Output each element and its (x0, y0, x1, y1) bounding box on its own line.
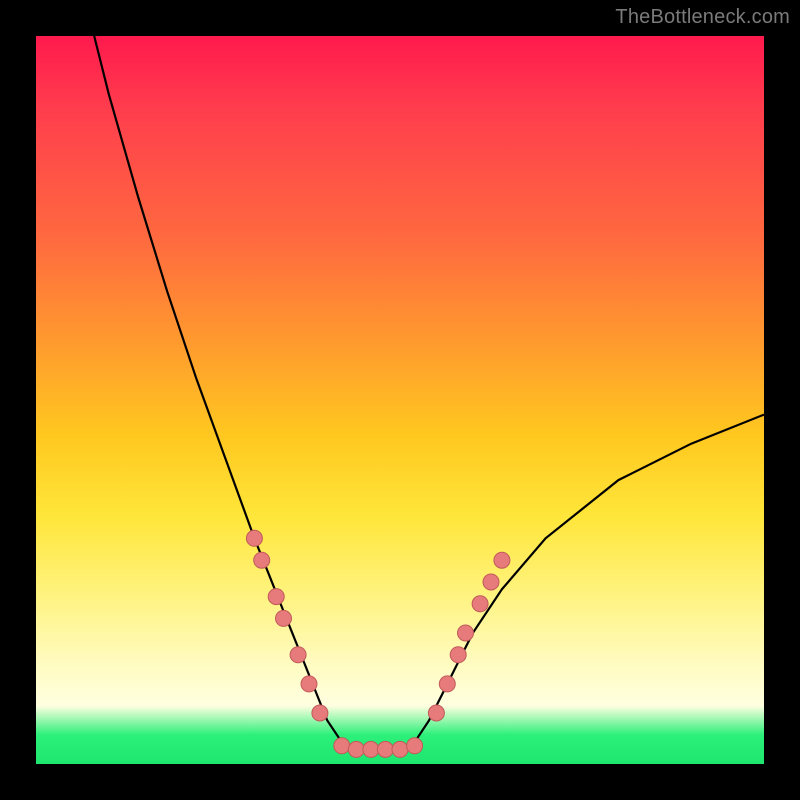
data-dot (348, 741, 364, 757)
chart-plot-area (36, 36, 764, 764)
chart-frame: TheBottleneck.com (0, 0, 800, 800)
data-dot (312, 705, 328, 721)
data-dot (363, 741, 379, 757)
data-dot (483, 574, 499, 590)
data-dot (246, 530, 262, 546)
data-dot (301, 676, 317, 692)
data-dot (407, 738, 423, 754)
bottleneck-curve (94, 36, 764, 749)
data-dot (428, 705, 444, 721)
watermark-text: TheBottleneck.com (615, 6, 790, 29)
data-dot (450, 647, 466, 663)
data-dot (392, 741, 408, 757)
data-dot (472, 596, 488, 612)
data-dot (268, 589, 284, 605)
data-dot (290, 647, 306, 663)
data-dots-group (246, 530, 510, 757)
data-dot (458, 625, 474, 641)
chart-overlay-svg (36, 36, 764, 764)
data-dot (276, 610, 292, 626)
data-dot (377, 741, 393, 757)
data-dot (254, 552, 270, 568)
data-dot (334, 738, 350, 754)
data-dot (494, 552, 510, 568)
data-dot (439, 676, 455, 692)
